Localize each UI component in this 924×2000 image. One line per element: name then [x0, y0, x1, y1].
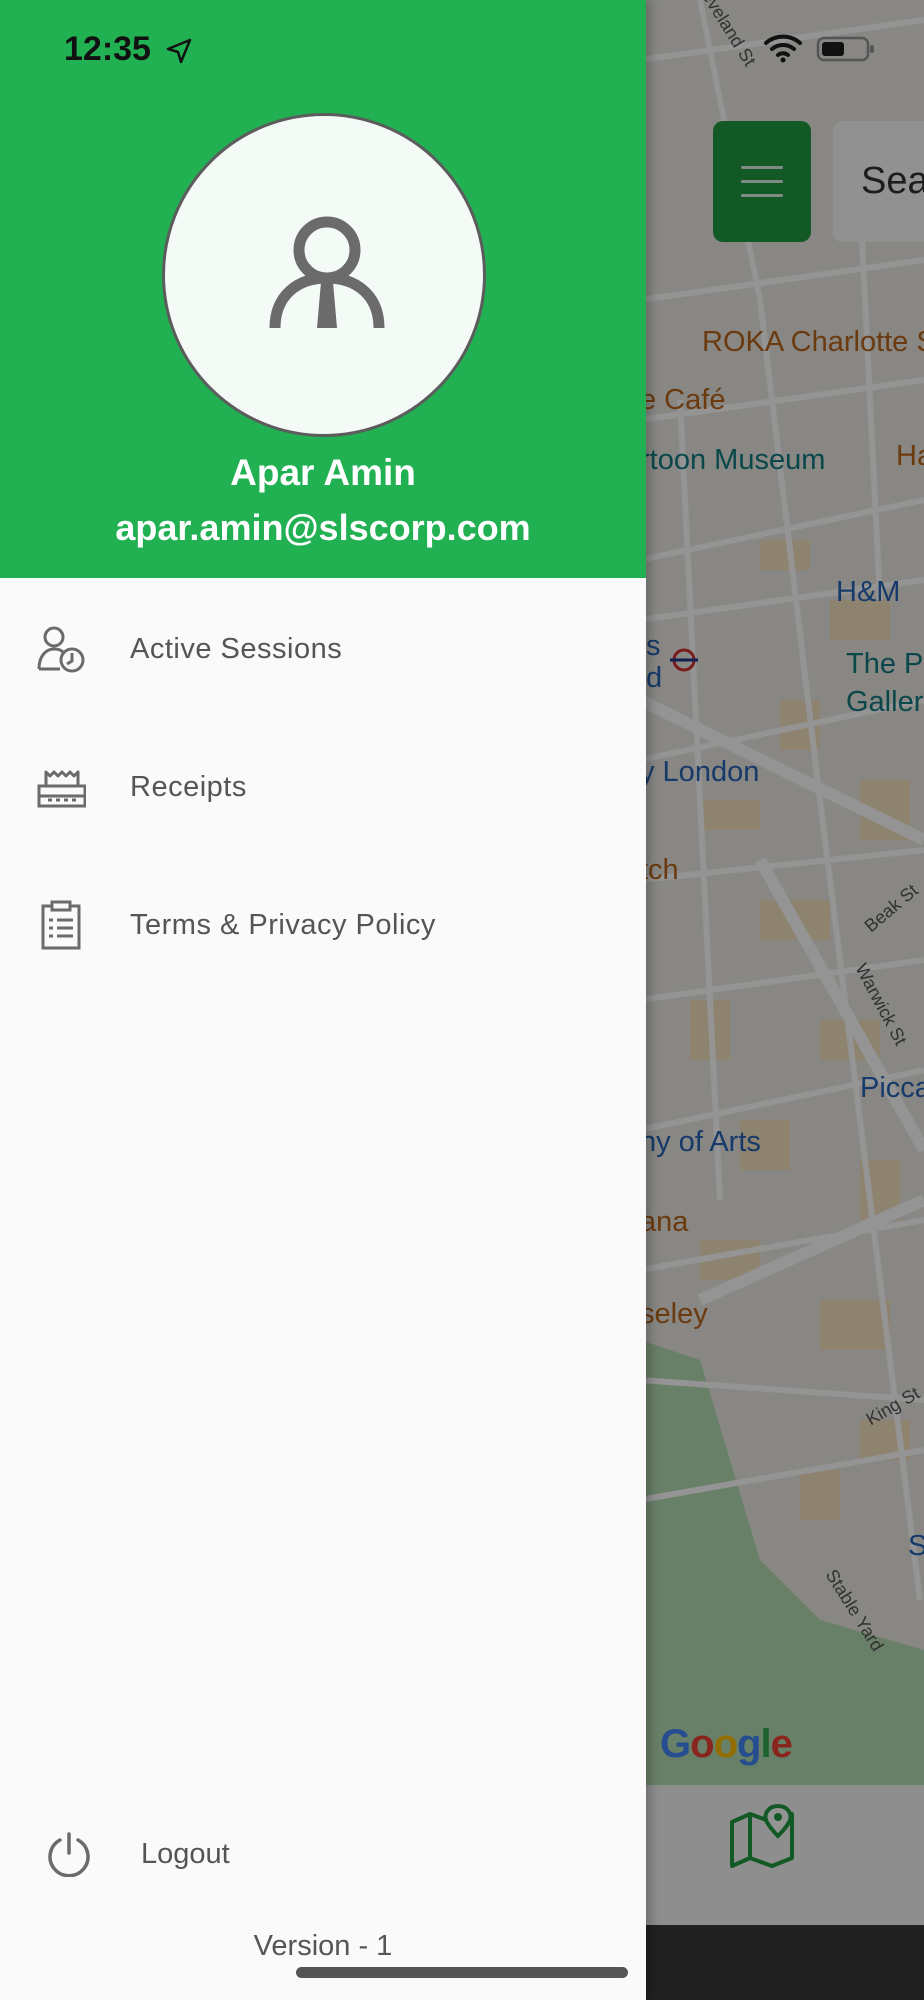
version-label: Version - 1 [253, 1930, 393, 1962]
home-indicator[interactable] [296, 1967, 628, 1978]
user-icon [269, 216, 385, 329]
clipboard-icon [41, 900, 81, 950]
menu-item-active-sessions[interactable]: Active Sessions [0, 580, 646, 718]
navigation-drawer: Apar Amin apar.amin@slscorp.com Active S… [0, 0, 646, 2000]
wifi-icon [764, 34, 802, 63]
menu-item-label: Terms & Privacy Policy [130, 908, 436, 941]
active-sessions-icon [37, 626, 85, 673]
menu-item-label: Receipts [130, 770, 247, 803]
user-email: apar.amin@slscorp.com [115, 507, 531, 548]
logout-button[interactable]: Logout [0, 1786, 646, 1922]
avatar[interactable] [162, 113, 486, 437]
status-time: 12:35 [64, 30, 151, 68]
menu-item-label: Active Sessions [130, 632, 343, 665]
logout-label: Logout [141, 1837, 230, 1870]
status-bar: 12:35 [0, 0, 924, 100]
power-icon [48, 1832, 90, 1877]
user-name: Apar Amin [230, 452, 416, 493]
battery-icon [816, 36, 874, 62]
menu-item-terms-privacy[interactable]: Terms & Privacy Policy [0, 856, 646, 994]
location-arrow-icon [166, 38, 192, 64]
menu-item-receipts[interactable]: Receipts [0, 718, 646, 856]
receipt-icon [37, 770, 86, 808]
